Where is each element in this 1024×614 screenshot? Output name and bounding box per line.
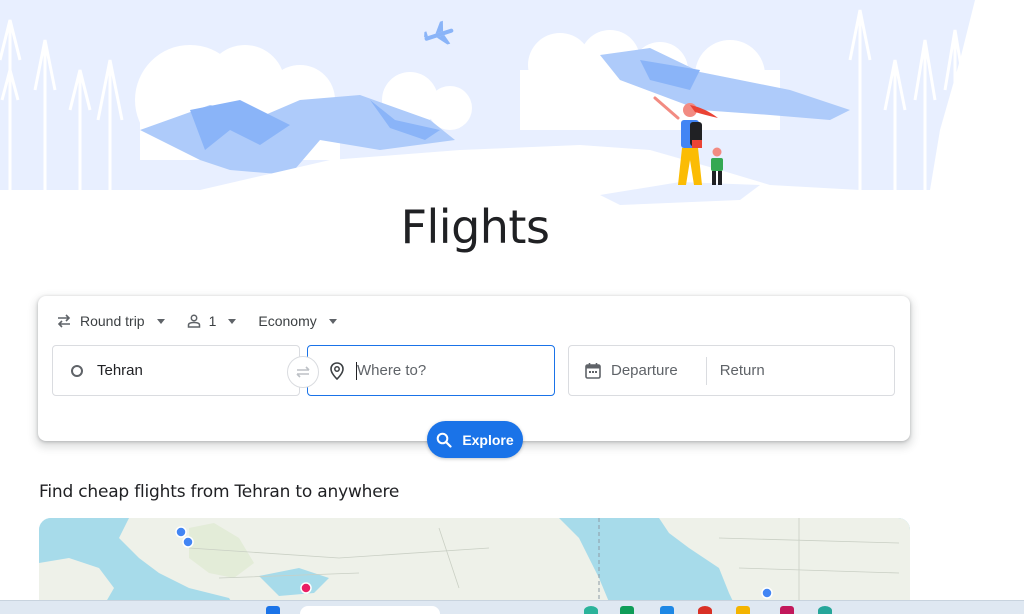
chevron-down-icon	[328, 318, 337, 324]
date-divider	[705, 356, 707, 385]
flight-search-card: Round trip 1 Economy Tehran Where to? De…	[38, 296, 910, 441]
cabin-class-label: Economy	[258, 313, 317, 329]
app-icon[interactable]	[660, 606, 674, 614]
return-date[interactable]: Return	[720, 362, 765, 379]
return-label: Return	[719, 362, 765, 379]
circle-icon	[71, 364, 83, 377]
app-icon[interactable]	[780, 606, 794, 614]
departure-label: Departure	[611, 362, 678, 379]
swap-arrows-icon	[57, 314, 71, 328]
cheap-flights-heading: Find cheap flights from Tehran to anywhe…	[39, 482, 400, 502]
map-marker[interactable]	[761, 587, 773, 599]
app-icon[interactable]	[620, 606, 634, 614]
destination-input[interactable]	[357, 362, 527, 379]
app-icon[interactable]	[818, 606, 832, 614]
os-taskbar	[0, 600, 1024, 614]
trip-type-select[interactable]: Round trip	[56, 313, 165, 329]
dates-field[interactable]: Departure Return	[568, 345, 895, 396]
destination-field[interactable]	[307, 345, 555, 396]
page-title: Flights	[400, 200, 550, 254]
explore-button[interactable]: Explore	[427, 421, 523, 458]
app-icon[interactable]	[698, 606, 712, 614]
start-icon[interactable]	[266, 606, 280, 614]
origin-value: Tehran	[97, 362, 143, 379]
swap-icon	[296, 366, 310, 378]
passengers-count: 1	[208, 313, 217, 329]
passengers-select[interactable]: 1	[187, 313, 237, 329]
folder-icon[interactable]	[736, 606, 750, 614]
search-icon	[437, 432, 452, 448]
swap-button[interactable]	[287, 356, 319, 388]
chevron-down-icon	[228, 318, 237, 324]
app-icon[interactable]	[584, 606, 598, 614]
chevron-down-icon	[156, 318, 165, 324]
trip-options-row: Round trip 1 Economy	[56, 310, 337, 332]
location-pin-icon	[330, 361, 344, 380]
origin-field[interactable]: Tehran	[52, 345, 300, 396]
trip-type-label: Round trip	[80, 313, 145, 329]
map-marker[interactable]	[175, 526, 187, 538]
cabin-class-select[interactable]: Economy	[258, 313, 337, 329]
map-marker[interactable]	[182, 536, 194, 548]
explore-label: Explore	[462, 431, 514, 448]
departure-date[interactable]: Departure	[585, 362, 678, 379]
taskbar-search-box[interactable]	[300, 606, 440, 614]
person-icon	[187, 314, 200, 328]
map-marker-origin[interactable]	[300, 582, 312, 594]
calendar-icon	[585, 363, 601, 379]
